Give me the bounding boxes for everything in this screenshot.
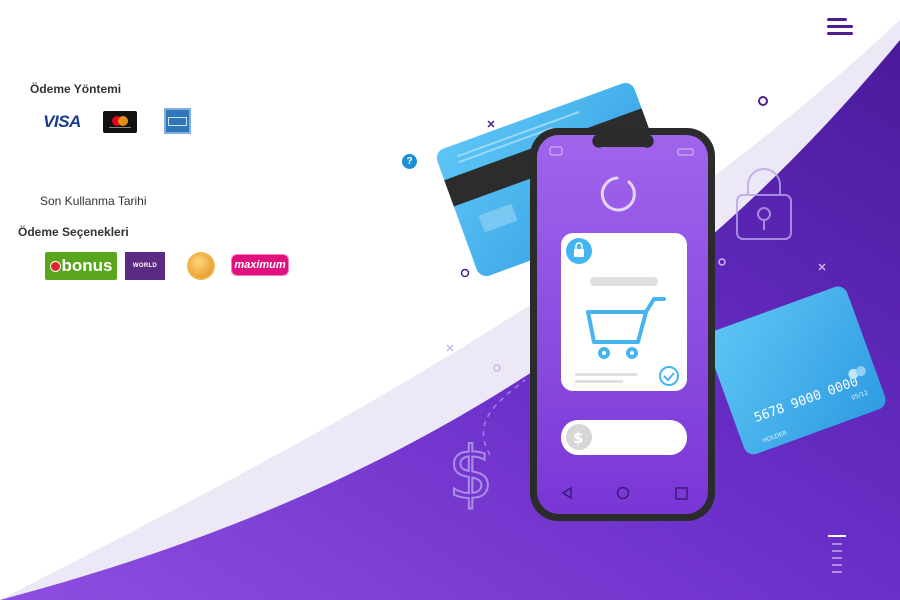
decor-circle: [758, 96, 768, 106]
decor-circle: [460, 268, 470, 278]
bonus-card-logo[interactable]: bonus: [45, 252, 117, 280]
svg-text:$: $: [573, 429, 583, 447]
hamburger-menu-icon[interactable]: [827, 16, 853, 38]
expiry-date-label: Son Kullanma Tarihi: [40, 194, 147, 208]
world-card-logo[interactable]: WORLD: [125, 252, 165, 280]
decor-cross: [487, 120, 495, 128]
phone-mockup: $: [530, 128, 715, 521]
dollar-sign-icon: $: [448, 431, 494, 515]
paraf-card-logo[interactable]: [187, 252, 215, 280]
maximum-card-logo[interactable]: maximum: [231, 254, 289, 276]
payment-options-title: Ödeme Seçenekleri: [18, 225, 129, 239]
help-icon[interactable]: ?: [402, 154, 417, 169]
hero-illustration: $ 5678 9000 0000 05/12 HOLDER $: [0, 20, 900, 600]
scroll-indicator-icon[interactable]: [828, 534, 846, 578]
payment-method-title: Ödeme Yöntemi: [30, 82, 122, 96]
mastercard-logo[interactable]: [103, 111, 137, 133]
visa-logo[interactable]: VISA: [38, 110, 86, 134]
american-express-logo[interactable]: [164, 108, 191, 134]
